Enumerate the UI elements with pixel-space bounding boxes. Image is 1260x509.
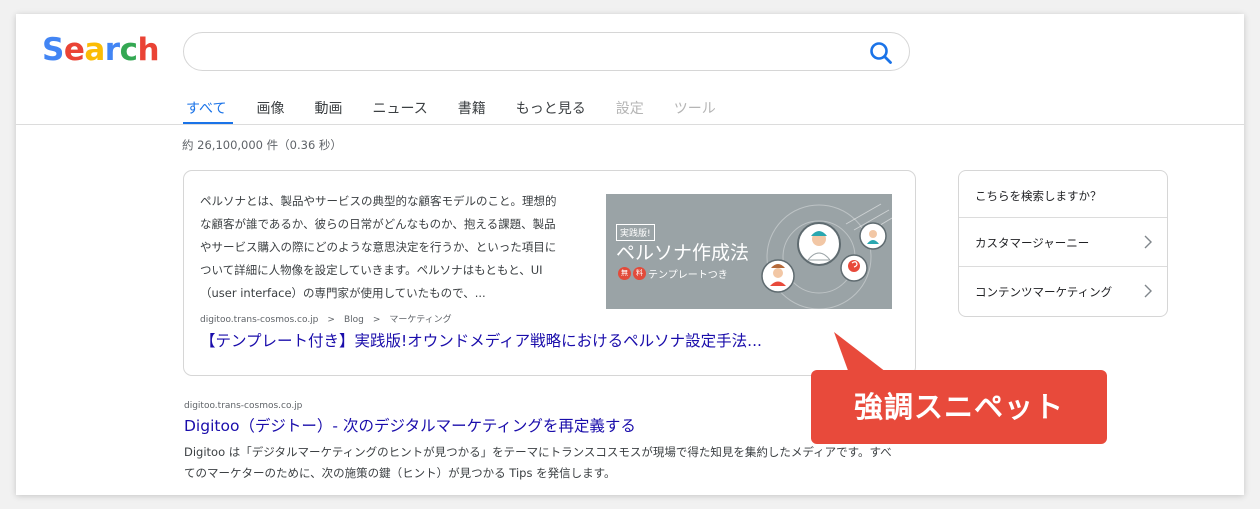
result-title-link[interactable]: Digitoo（デジトー）- 次のデジタルマーケティングを再定義する [184,414,636,436]
result-url: digitoo.trans-cosmos.co.jp [184,401,303,411]
logo-letter: r [104,32,120,68]
snippet-text-line: ついて詳細に人物像を設定していきます。ペルソナはもともと、UI [200,263,543,277]
tab-tools[interactable]: ツール [674,98,716,120]
snippet-text-line: ペルソナとは、製品やサービスの典型的な顧客モデルのこと。理想的 [200,194,557,208]
breadcrumb-domain: digitoo.trans-cosmos.co.jp [200,315,319,325]
thumbnail-badge-char: 無 [618,267,631,280]
breadcrumb-separator: > [372,315,381,325]
search-tabs: すべて 画像 動画 ニュース 書籍 もっと見る 設定 ツール [186,98,746,120]
breadcrumb-category: マーケティング [389,315,452,325]
tab-news[interactable]: ニュース [372,98,427,120]
snippet-text-line: な顧客が誰であるか、彼らの日常がどんなものか、抱える課題、製品 [200,217,556,231]
chevron-right-icon [1144,235,1152,249]
header-divider [16,124,1244,125]
result-description-line: てのマーケターのために、次の施策の鍵（ヒント）が見つかる Tips を発信します… [184,466,616,480]
snippet-text-line: （user interface）の専門家が使用していたもので、... [200,286,486,300]
featured-snippet: ペルソナとは、製品やサービスの典型的な顧客モデルのこと。理想的 な顧客が誰である… [183,170,916,376]
thumbnail-title: ペルソナ作成法 [616,242,750,264]
search-icon[interactable] [868,40,894,66]
tab-images[interactable]: 画像 [256,98,284,120]
related-search-content-marketing[interactable]: コンテンツマーケティング [959,266,1167,315]
logo-letter: c [119,32,138,68]
logo-letter: e [63,32,85,68]
breadcrumb-separator: > [327,315,335,325]
search-input[interactable] [183,32,910,71]
chevron-right-icon [1144,284,1152,298]
result-stats: 約 26,100,000 件（0.36 秒） [182,138,342,152]
snippet-title-link[interactable]: 【テンプレート付き】実践版!オウンドメディア戦略におけるペルソナ設定手法... [200,329,762,351]
logo-letter: a [84,32,105,68]
featured-snippet-callout: 強調スニペット [811,370,1107,444]
related-search-label: カスタマージャーニー [975,236,1090,250]
result-description-line: Digitoo は「デジタルマーケティングのヒントが見つかる」をテーマにトランス… [184,445,892,459]
snippet-breadcrumb: digitoo.trans-cosmos.co.jp > Blog > マーケティング [200,312,452,325]
snippet-thumbnail[interactable]: 実践版! ペルソナ作成法 無 料 テンプレートつき [606,194,892,309]
thumbnail-badge-char: 料 [633,267,646,280]
result-description: Digitoo は「デジタルマーケティングのヒントが見つかる」をテーマにトランス… [184,442,924,484]
related-search-label: コンテンツマーケティング [975,285,1113,299]
callout-label: 強調スニペット [853,390,1064,424]
logo-letter: h [137,32,160,68]
tab-settings[interactable]: 設定 [616,98,644,120]
related-searches-panel: こちらを検索しますか？ カスタマージャーニー コンテンツマーケティング [958,170,1168,317]
thumbnail-badge: 無 料 テンプレートつき [618,266,728,281]
tab-all[interactable]: すべて [186,98,226,120]
tab-videos[interactable]: 動画 [314,98,342,120]
related-search-customer-journey[interactable]: カスタマージャーニー [959,217,1167,266]
snippet-text-line: やサービス購入の際にどのような意思決定を行うか、といった項目に [200,240,557,254]
tab-more[interactable]: もっと見る [516,98,586,120]
snippet-text: ペルソナとは、製品やサービスの典型的な顧客モデルのこと。理想的 な顧客が誰である… [200,190,582,305]
related-searches-heading: こちらを検索しますか？ [975,189,1102,203]
thumbnail-badge-text: テンプレートつき [648,270,728,281]
search-logo[interactable]: Search [42,32,160,68]
tab-books[interactable]: 書籍 [458,98,486,120]
breadcrumb-blog: Blog [343,315,364,325]
logo-letter: S [42,32,64,68]
search-results-page: Search すべて 画像 動画 ニュース 書籍 もっと見る 設定 ツール 約 … [16,14,1244,495]
